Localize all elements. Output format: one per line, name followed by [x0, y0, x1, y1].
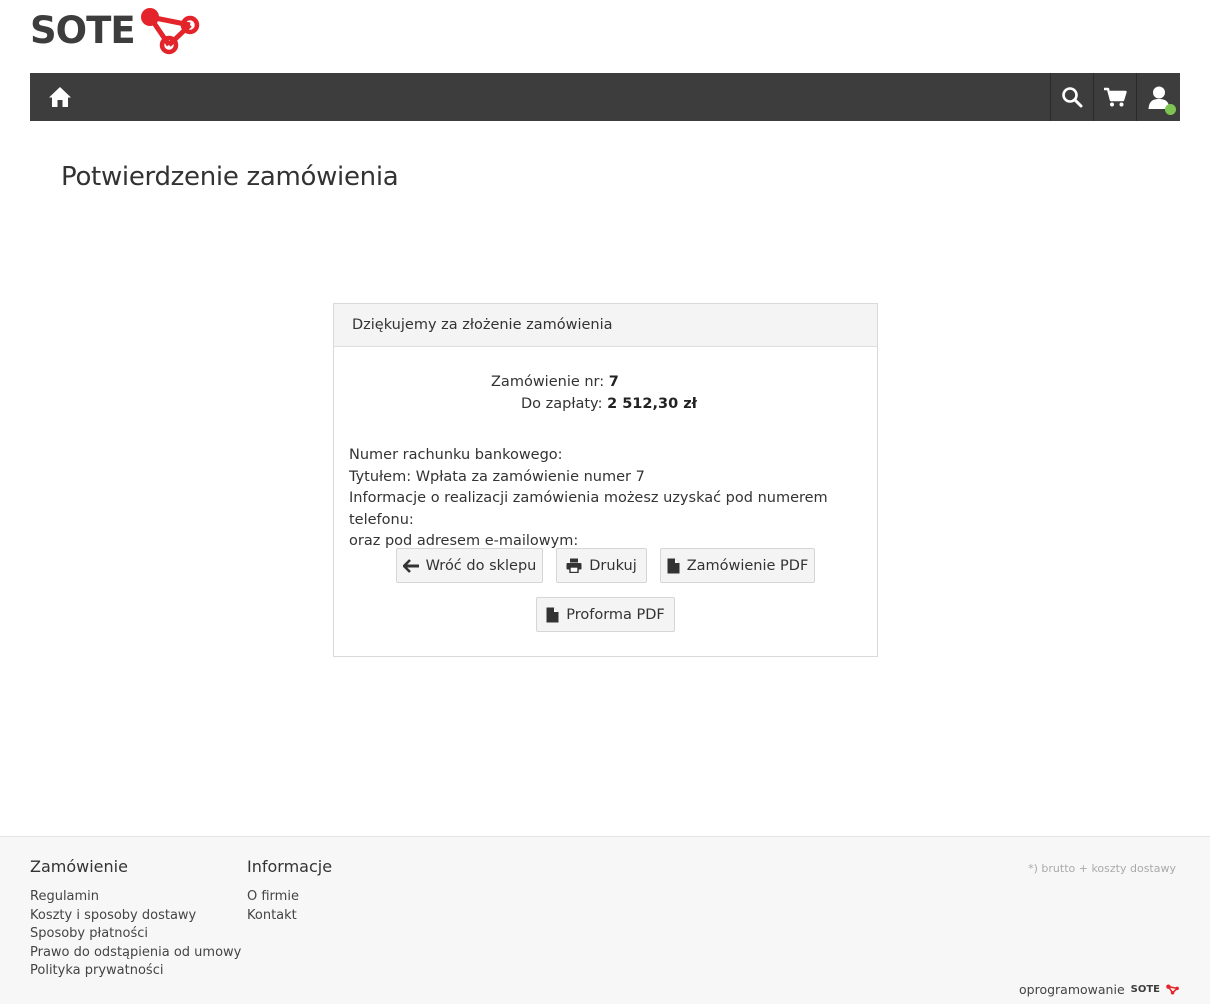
logo-molecule-icon	[140, 8, 199, 55]
file-icon	[546, 607, 559, 622]
footer-link-privacy[interactable]: Polityka prywatności	[30, 962, 241, 981]
footer-heading: Zamówienie	[30, 857, 128, 876]
file-icon	[667, 558, 680, 573]
panel-heading: Dziękujemy za złożenie zamówienia	[334, 304, 877, 347]
footer-heading: Informacje	[247, 857, 333, 876]
bank-account-line: Numer rachunku bankowego:	[349, 447, 563, 463]
footer-link-withdrawal[interactable]: Prawo do odstąpienia od umowy	[30, 944, 241, 963]
footer-link-about[interactable]: O firmie	[247, 888, 332, 907]
online-status-indicator	[1165, 104, 1176, 115]
user-button[interactable]	[1136, 73, 1180, 121]
footer-link-terms[interactable]: Regulamin	[30, 888, 241, 907]
price-note: *) brutto + koszty dostawy	[1028, 862, 1176, 875]
order-number-row: Zamówienie nr: 7	[491, 374, 619, 390]
amount-label: Do zapłaty:	[521, 396, 603, 412]
home-icon[interactable]	[48, 85, 72, 109]
logo-molecule-icon	[1166, 984, 1179, 995]
order-number-label: Zamówienie nr:	[491, 374, 605, 390]
footer-link-contact[interactable]: Kontakt	[247, 907, 332, 926]
amount-row: Do zapłaty: 2 512,30 zł	[521, 396, 697, 412]
proforma-pdf-button[interactable]: Proforma PDF	[536, 597, 675, 632]
transfer-title-line: Tytułem: Wpłata za zamówienie numer 7	[349, 468, 645, 485]
print-icon	[566, 558, 582, 573]
main-navbar	[30, 73, 1180, 121]
print-button[interactable]: Drukuj	[556, 548, 647, 583]
phone-info-line: Informacje o realizacji zamówienia możes…	[349, 490, 828, 528]
footer-column-order: Zamówienie Regulamin Koszty i sposoby do…	[30, 857, 241, 981]
logo[interactable]: SOTE	[30, 4, 203, 56]
order-confirmation-panel: Dziękujemy za złożenie zamówienia Zamówi…	[333, 303, 878, 657]
footer-link-payment[interactable]: Sposoby płatności	[30, 925, 241, 944]
search-icon	[1062, 87, 1083, 108]
software-credit-brand: SOTE	[1130, 984, 1160, 995]
software-credit-label: oprogramowanie	[1019, 982, 1125, 997]
order-pdf-button[interactable]: Zamówienie PDF	[660, 548, 815, 583]
cart-button[interactable]	[1093, 73, 1136, 121]
footer-column-info: Informacje O firmie Kontakt	[247, 857, 332, 925]
amount-value: 2 512,30 zł	[607, 396, 698, 412]
payment-info: Numer rachunku bankowego: Tytułem: Wpłat…	[349, 445, 877, 553]
back-to-shop-button[interactable]: Wróć do sklepu	[396, 548, 543, 583]
logo-text: SOTE	[30, 8, 136, 52]
cart-icon	[1104, 87, 1127, 107]
order-pdf-label: Zamówienie PDF	[686, 557, 809, 574]
print-label: Drukuj	[589, 557, 637, 574]
arrow-left-icon	[402, 558, 419, 573]
page-title: Potwierdzenie zamówienia	[61, 162, 399, 192]
footer: Zamówienie Regulamin Koszty i sposoby do…	[0, 836, 1210, 1004]
footer-link-shipping[interactable]: Koszty i sposoby dostawy	[30, 907, 241, 926]
software-credit[interactable]: oprogramowanie SOTE	[1019, 982, 1180, 997]
order-number-value: 7	[608, 374, 619, 390]
back-to-shop-label: Wróć do sklepu	[425, 557, 537, 574]
proforma-pdf-label: Proforma PDF	[566, 606, 665, 623]
search-button[interactable]	[1050, 73, 1093, 121]
